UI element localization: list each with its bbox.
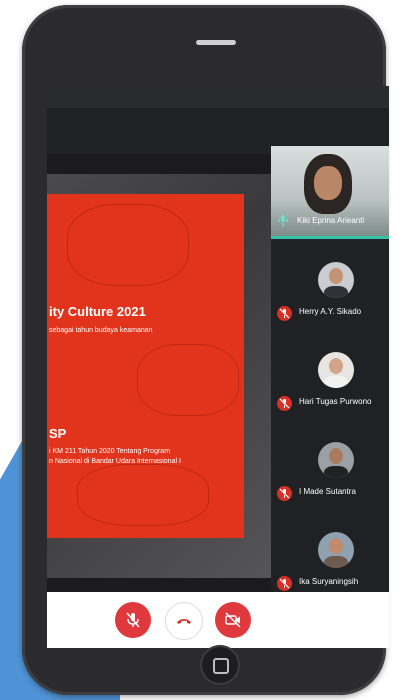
mic-toggle-button[interactable] — [115, 602, 151, 638]
presentation-area[interactable]: ity Culture 2021 sebagai tahun budaya ke… — [47, 154, 271, 592]
avatar — [318, 532, 354, 568]
status-bar — [47, 86, 389, 108]
avatar — [318, 442, 354, 478]
avatar — [318, 262, 354, 298]
avatar — [318, 352, 354, 388]
phone-home-button[interactable] — [200, 645, 240, 685]
active-speaker-tile[interactable]: Kiki Eprina Arieanti — [271, 146, 389, 239]
participant-name: Herry A.Y. Sikado — [299, 307, 362, 316]
participant-panel: Kiki Eprina Arieanti Herry A.Y. Sikado H… — [271, 146, 389, 646]
slide-text-line: n Nasional di Bandar Udara Internasional… — [49, 458, 181, 465]
mic-muted-icon — [277, 576, 292, 591]
leave-call-button[interactable] — [165, 602, 203, 640]
participant-tile[interactable]: I Made Sutantra — [271, 438, 389, 528]
slide-title: ity Culture 2021 — [49, 304, 146, 319]
mic-muted-icon — [277, 306, 292, 321]
camera-toggle-button[interactable] — [215, 602, 251, 638]
slide-text-line: i KM 211 Tahun 2020 Tentang Program — [49, 448, 171, 455]
participant-tile[interactable]: Herry A.Y. Sikado — [271, 258, 389, 348]
mic-off-icon — [126, 612, 140, 628]
participant-name: Kiki Eprina Arieanti — [297, 216, 365, 225]
participant-name: Hari Tugas Purwono — [299, 397, 372, 406]
speaker-face — [304, 154, 352, 214]
mic-on-icon — [277, 215, 289, 227]
slide-heading: SP — [49, 426, 67, 441]
presentation-slide: ity Culture 2021 sebagai tahun budaya ke… — [47, 174, 271, 578]
participant-name: I Made Sutantra — [299, 487, 356, 496]
home-square-icon — [213, 658, 229, 674]
puzzle-decoration — [77, 464, 209, 526]
slide-red-panel: ity Culture 2021 sebagai tahun budaya ke… — [47, 194, 244, 538]
puzzle-decoration — [67, 204, 189, 286]
camera-off-icon — [225, 612, 241, 628]
slide-subtitle: sebagai tahun budaya keamanan — [49, 327, 153, 334]
hang-up-icon — [177, 619, 191, 624]
mic-muted-icon — [277, 486, 292, 501]
participant-name: Ika Suryaningsih — [299, 577, 359, 586]
phone-speaker — [196, 40, 236, 45]
call-controls-bar — [47, 592, 389, 648]
puzzle-decoration — [137, 344, 239, 416]
meeting-screen: ity Culture 2021 sebagai tahun budaya ke… — [47, 86, 389, 648]
mic-muted-icon — [277, 396, 292, 411]
participant-tile[interactable]: Hari Tugas Purwono — [271, 348, 389, 438]
